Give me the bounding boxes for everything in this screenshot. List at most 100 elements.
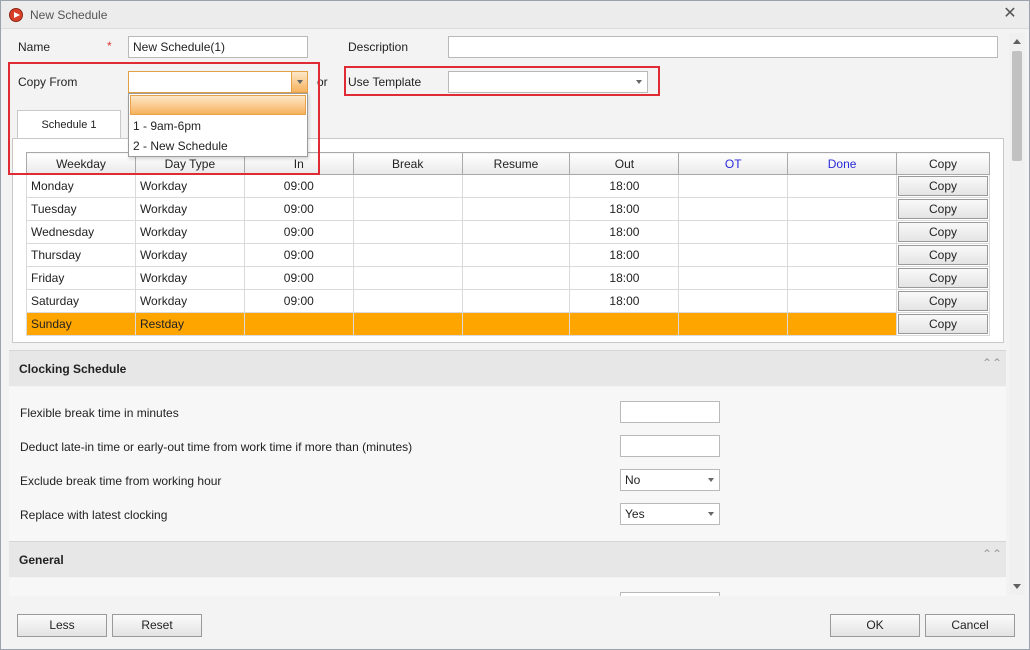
table-row[interactable]: Friday Workday 09:00 18:00 Copy <box>26 266 990 290</box>
copy-row-button[interactable]: Copy <box>898 314 988 334</box>
name-input[interactable] <box>128 36 308 58</box>
day-type-cell[interactable]: Workday <box>134 220 245 244</box>
column-header-out[interactable]: Out <box>569 152 680 175</box>
table-row[interactable]: Thursday Workday 09:00 18:00 Copy <box>26 243 990 267</box>
day-type-cell[interactable]: Workday <box>134 266 245 290</box>
break-cell[interactable] <box>352 220 463 244</box>
copy-row-button[interactable]: Copy <box>898 222 988 242</box>
in-cell[interactable]: 09:00 <box>243 197 354 221</box>
scroll-down-icon[interactable] <box>1009 579 1025 595</box>
chevron-down-icon[interactable] <box>703 470 719 490</box>
ot-cell[interactable] <box>678 220 789 244</box>
copy-row-button[interactable]: Copy <box>898 176 988 196</box>
day-type-cell[interactable]: Workday <box>134 197 245 221</box>
weekday-cell[interactable]: Monday <box>26 174 136 198</box>
weekday-cell[interactable]: Sunday <box>26 312 136 336</box>
scroll-up-icon[interactable] <box>1009 33 1025 49</box>
weekday-cell[interactable]: Friday <box>26 266 136 290</box>
in-cell[interactable]: 09:00 <box>243 266 354 290</box>
done-cell[interactable] <box>787 220 898 244</box>
in-cell[interactable]: 09:00 <box>243 220 354 244</box>
ot-cell[interactable] <box>678 312 789 336</box>
column-header-break[interactable]: Break <box>352 152 463 175</box>
table-row[interactable]: Tuesday Workday 09:00 18:00 Copy <box>26 197 990 221</box>
copy-row-button[interactable]: Copy <box>898 199 988 219</box>
weekday-cell[interactable]: Saturday <box>26 289 136 313</box>
ot-cell[interactable] <box>678 197 789 221</box>
break-cell[interactable] <box>352 289 463 313</box>
copy-row-button[interactable]: Copy <box>898 245 988 265</box>
table-row[interactable]: Monday Workday 09:00 18:00 Copy <box>26 174 990 198</box>
flexible-break-input[interactable] <box>620 401 720 423</box>
close-button[interactable]: ✕ <box>1001 5 1019 23</box>
in-cell[interactable] <box>243 312 354 336</box>
column-header-resume[interactable]: Resume <box>461 152 571 175</box>
dropdown-option-2[interactable]: 2 - New Schedule <box>129 136 307 156</box>
day-type-cell[interactable]: Workday <box>134 174 245 198</box>
copy-row-button[interactable]: Copy <box>898 268 988 288</box>
in-cell[interactable]: 09:00 <box>243 289 354 313</box>
out-cell[interactable]: 18:00 <box>569 174 680 198</box>
copy-row-button[interactable]: Copy <box>898 291 988 311</box>
table-row-selected[interactable]: Sunday Restday Copy <box>26 312 990 336</box>
out-cell[interactable]: 18:00 <box>569 220 680 244</box>
weekday-cell[interactable]: Wednesday <box>26 220 136 244</box>
break-cell[interactable] <box>352 174 463 198</box>
in-cell[interactable]: 09:00 <box>243 174 354 198</box>
weekday-cell[interactable]: Thursday <box>26 243 136 267</box>
column-header-ot[interactable]: OT <box>678 152 789 175</box>
column-header-weekday[interactable]: Weekday <box>26 152 136 175</box>
collapse-chevron-icon[interactable]: ⌃⌃ <box>982 548 1002 560</box>
deduct-late-input[interactable] <box>620 435 720 457</box>
collapse-chevron-icon[interactable]: ⌃⌃ <box>982 357 1002 369</box>
dropdown-option-empty[interactable] <box>130 95 306 115</box>
break-cell[interactable] <box>352 197 463 221</box>
chevron-down-icon[interactable] <box>291 72 307 92</box>
table-row[interactable]: Saturday Workday 09:00 18:00 Copy <box>26 289 990 313</box>
day-type-cell[interactable]: Workday <box>134 243 245 267</box>
general-header[interactable]: General ⌃⌃ <box>9 541 1006 577</box>
done-cell[interactable] <box>787 197 898 221</box>
resume-cell[interactable] <box>461 243 571 267</box>
resume-cell[interactable] <box>461 289 571 313</box>
use-template-combo[interactable] <box>448 71 648 93</box>
scrollbar-thumb[interactable] <box>1012 51 1022 161</box>
clocking-schedule-header[interactable]: Clocking Schedule ⌃⌃ <box>9 350 1006 386</box>
day-type-cell[interactable]: Restday <box>134 312 245 336</box>
resume-cell[interactable] <box>461 197 571 221</box>
description-input[interactable] <box>448 36 998 58</box>
day-type-cell[interactable]: Workday <box>134 289 245 313</box>
done-cell[interactable] <box>787 174 898 198</box>
dropdown-option-1[interactable]: 1 - 9am-6pm <box>129 116 307 136</box>
out-cell[interactable]: 18:00 <box>569 289 680 313</box>
resume-cell[interactable] <box>461 174 571 198</box>
chevron-down-icon[interactable] <box>631 72 647 92</box>
break-cell[interactable] <box>352 266 463 290</box>
column-header-done[interactable]: Done <box>787 152 898 175</box>
ot-cell[interactable] <box>678 243 789 267</box>
done-cell[interactable] <box>787 266 898 290</box>
column-header-copy[interactable]: Copy <box>896 152 990 175</box>
break-cell[interactable] <box>352 243 463 267</box>
break-cell[interactable] <box>352 312 463 336</box>
weekday-cell[interactable]: Tuesday <box>26 197 136 221</box>
vertical-scrollbar[interactable] <box>1009 33 1025 595</box>
resume-cell[interactable] <box>461 220 571 244</box>
done-cell[interactable] <box>787 289 898 313</box>
out-cell[interactable]: 18:00 <box>569 243 680 267</box>
done-cell[interactable] <box>787 312 898 336</box>
done-cell[interactable] <box>787 243 898 267</box>
reset-button[interactable]: Reset <box>112 614 202 637</box>
resume-cell[interactable] <box>461 266 571 290</box>
ot-cell[interactable] <box>678 174 789 198</box>
ot-cell[interactable] <box>678 289 789 313</box>
ot-cell[interactable] <box>678 266 789 290</box>
tab-schedule-1[interactable]: Schedule 1 <box>17 110 121 139</box>
out-cell[interactable] <box>569 312 680 336</box>
table-row[interactable]: Wednesday Workday 09:00 18:00 Copy <box>26 220 990 244</box>
less-button[interactable]: Less <box>17 614 107 637</box>
chevron-down-icon[interactable] <box>703 504 719 524</box>
resume-cell[interactable] <box>461 312 571 336</box>
in-cell[interactable]: 09:00 <box>243 243 354 267</box>
out-cell[interactable]: 18:00 <box>569 266 680 290</box>
